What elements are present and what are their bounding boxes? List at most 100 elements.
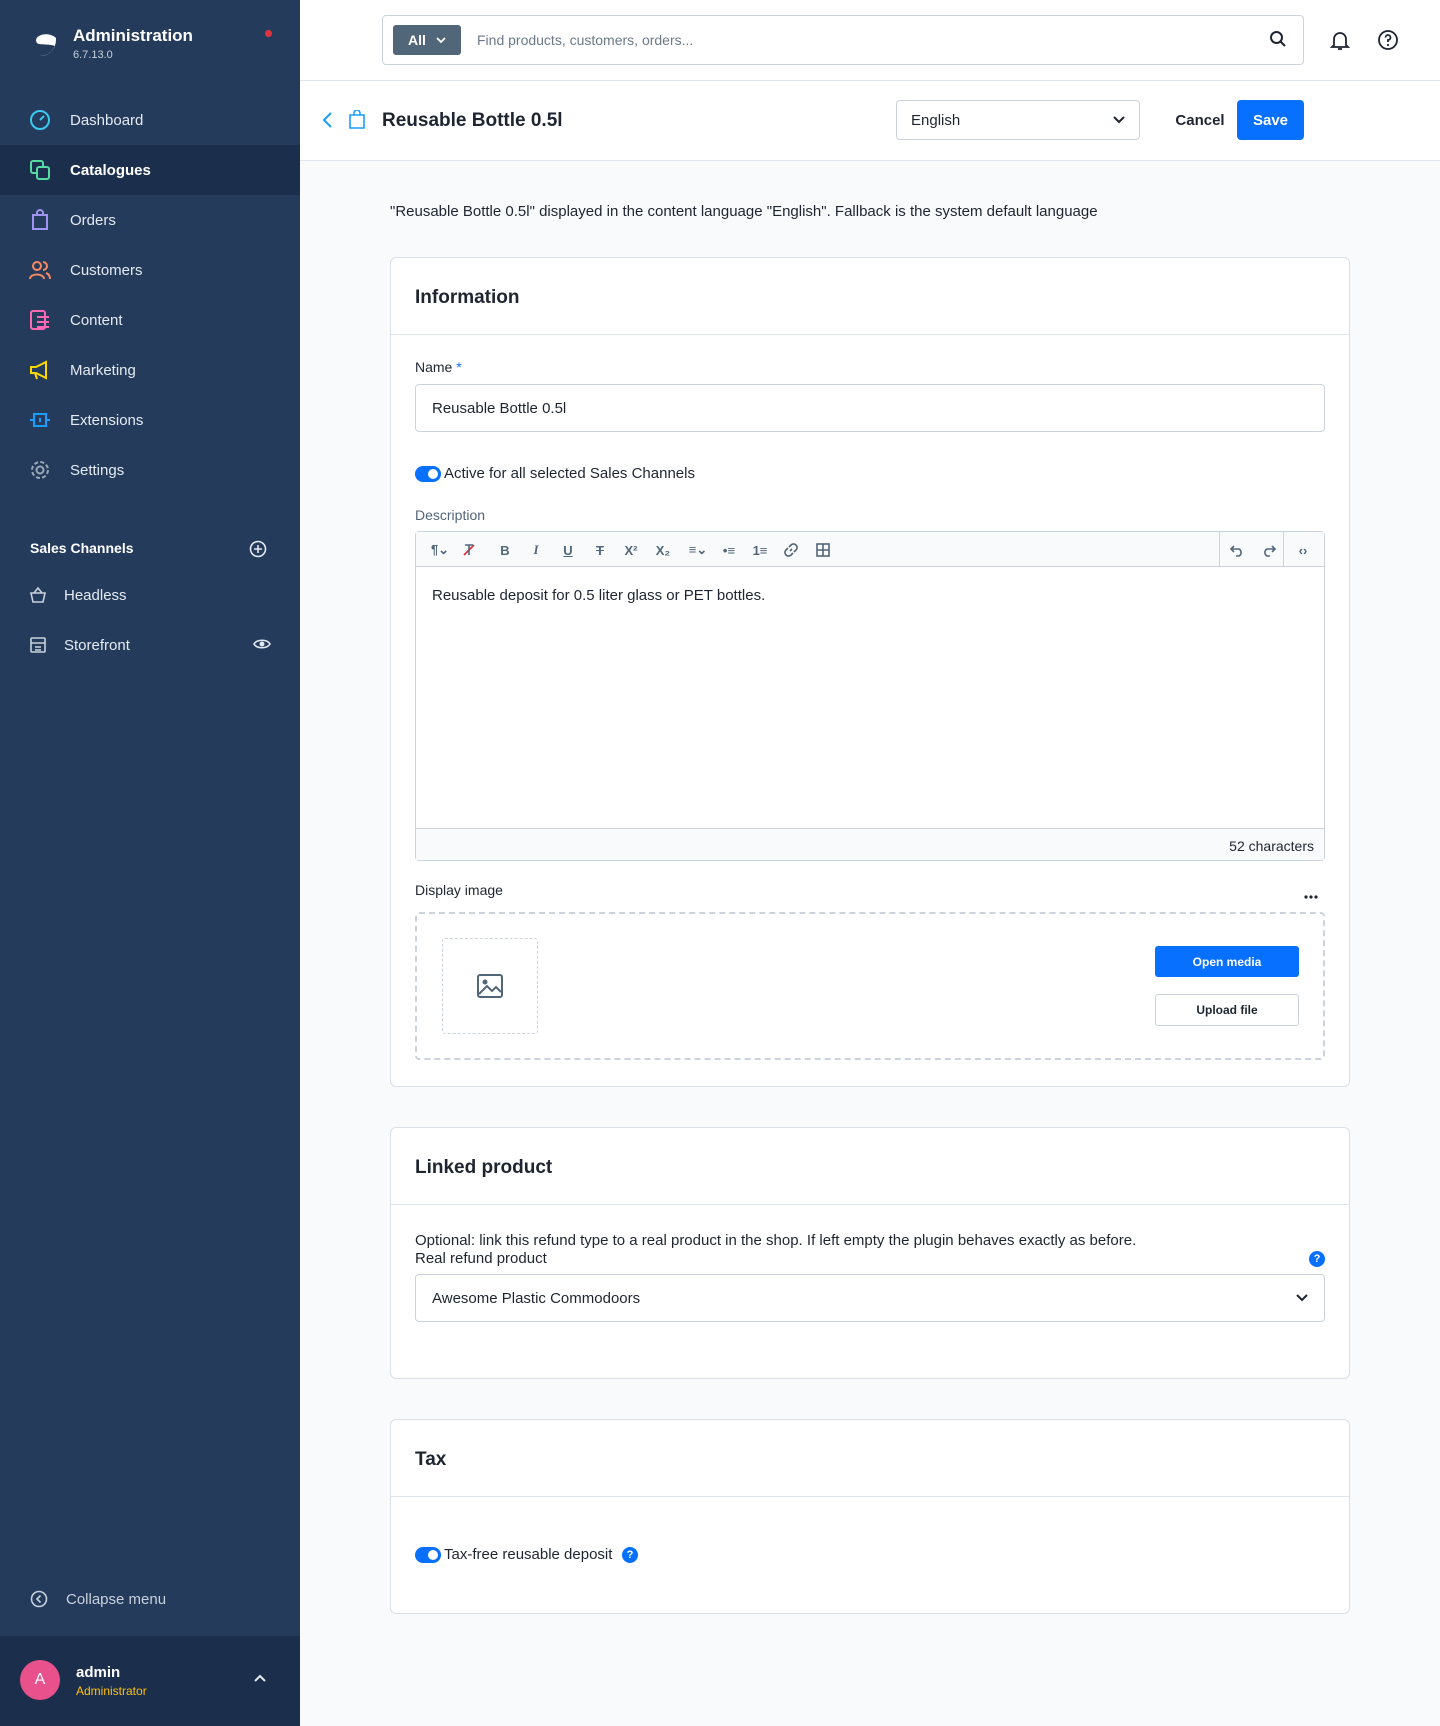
- refund-product-select[interactable]: Awesome Plastic Commodoors: [415, 1274, 1325, 1322]
- sales-channel-storefront[interactable]: Storefront: [28, 633, 130, 657]
- nav-item-extensions[interactable]: Extensions: [0, 395, 300, 445]
- ordered-list-icon[interactable]: 1≡: [751, 541, 769, 559]
- settings-icon: [28, 458, 52, 482]
- italic-icon[interactable]: I: [527, 541, 545, 559]
- chevron-down-icon: [436, 37, 446, 44]
- avatar: A: [20, 1660, 60, 1700]
- nav-item-content[interactable]: Content: [0, 295, 300, 345]
- description-label: Description: [415, 507, 486, 523]
- customers-icon: [28, 258, 52, 282]
- description-editor: ¶⌄ B I U T X² X₂ ≡⌄ •≡ 1≡ ‹› Reusable de…: [415, 531, 1325, 861]
- code-view-icon[interactable]: ‹›: [1294, 541, 1312, 559]
- subscript-icon[interactable]: X₂: [654, 541, 672, 559]
- table-icon[interactable]: [814, 541, 832, 559]
- search-input[interactable]: [477, 25, 1257, 55]
- language-value: English: [911, 111, 961, 129]
- nav-item-customers[interactable]: Customers: [0, 245, 300, 295]
- refund-product-value: Awesome Plastic Commodoors: [432, 1289, 641, 1307]
- user-role: Administrator: [76, 1684, 147, 1698]
- strikethrough-icon[interactable]: T: [591, 541, 609, 559]
- nav-label: Catalogues: [70, 161, 151, 179]
- dashboard-icon: [28, 108, 52, 132]
- align-icon[interactable]: ≡⌄: [684, 541, 712, 559]
- nav-item-marketing[interactable]: Marketing: [0, 345, 300, 395]
- page-header: Reusable Bottle 0.5l English Cancel Save: [300, 81, 1440, 161]
- sidebar: Administration 6.7.13.0 Dashboard Catalo…: [0, 0, 300, 1726]
- image-dropzone[interactable]: Open media Upload file: [415, 912, 1325, 1060]
- active-toggle[interactable]: [415, 466, 441, 482]
- cancel-button[interactable]: Cancel: [1155, 100, 1245, 140]
- notification-dot: [265, 30, 272, 37]
- description-text[interactable]: Reusable deposit for 0.5 liter glass or …: [416, 567, 1324, 624]
- top-bar: All: [300, 0, 1440, 81]
- sales-channel-label: Headless: [64, 586, 127, 604]
- link-icon[interactable]: [782, 541, 800, 559]
- card-title: Linked product: [391, 1128, 1349, 1205]
- paragraph-format-icon[interactable]: ¶⌄: [426, 541, 454, 559]
- undo-icon[interactable]: [1228, 541, 1246, 559]
- help-icon[interactable]: [1377, 29, 1399, 51]
- tax-free-label: Tax-free reusable deposit: [444, 1546, 613, 1563]
- chevron-up-icon[interactable]: [253, 1673, 267, 1683]
- upload-file-button[interactable]: Upload file: [1155, 994, 1299, 1026]
- remove-format-icon[interactable]: [460, 541, 478, 559]
- image-icon: [477, 974, 503, 998]
- tax-free-toggle[interactable]: [415, 1547, 441, 1563]
- open-media-button[interactable]: Open media: [1155, 946, 1299, 977]
- superscript-icon[interactable]: X²: [622, 541, 640, 559]
- content-icon: [28, 308, 52, 332]
- redo-icon[interactable]: [1260, 541, 1278, 559]
- language-select[interactable]: English: [896, 100, 1140, 140]
- bell-icon[interactable]: [1329, 29, 1351, 51]
- user-menu[interactable]: A admin Administrator: [0, 1636, 300, 1726]
- collapse-label: Collapse menu: [66, 1590, 167, 1608]
- card-title: Information: [391, 258, 1349, 335]
- user-name: admin: [76, 1664, 121, 1681]
- eye-icon[interactable]: [253, 637, 271, 651]
- main-nav: Dashboard Catalogues Orders Customers Co…: [0, 95, 300, 495]
- search-icon[interactable]: [1269, 30, 1287, 48]
- nav-label: Dashboard: [70, 111, 144, 129]
- sales-channels-heading: Sales Channels: [30, 540, 134, 556]
- nav-label: Content: [70, 311, 123, 329]
- nav-item-settings[interactable]: Settings: [0, 445, 300, 495]
- editor-toolbar: ¶⌄ B I U T X² X₂ ≡⌄ •≡ 1≡ ‹›: [416, 532, 1324, 567]
- nav-item-orders[interactable]: Orders: [0, 195, 300, 245]
- name-value: Reusable Bottle 0.5l: [432, 399, 567, 417]
- catalogues-icon: [28, 158, 52, 182]
- display-image-label: Display image: [415, 882, 503, 898]
- bold-icon[interactable]: B: [496, 541, 514, 559]
- linked-product-card: Linked product Optional: link this refun…: [390, 1127, 1350, 1379]
- nav-item-catalogues[interactable]: Catalogues: [0, 145, 300, 195]
- underline-icon[interactable]: U: [559, 541, 577, 559]
- information-card: Information Name * Reusable Bottle 0.5l …: [390, 257, 1350, 1087]
- sales-channel-label: Storefront: [64, 636, 130, 654]
- active-label: Active for all selected Sales Channels: [444, 465, 695, 482]
- help-tooltip-icon[interactable]: ?: [1309, 1251, 1325, 1267]
- nav-item-dashboard[interactable]: Dashboard: [0, 95, 300, 145]
- storefront-icon: [28, 635, 48, 655]
- more-options-icon[interactable]: [1303, 894, 1319, 900]
- nav-label: Extensions: [70, 411, 144, 429]
- collapse-menu-button[interactable]: Collapse menu: [30, 1590, 166, 1608]
- search-type-label: All: [408, 32, 426, 48]
- back-arrow-icon[interactable]: [321, 110, 335, 130]
- nav-label: Orders: [70, 211, 116, 229]
- brand-logo[interactable]: [22, 22, 58, 58]
- unordered-list-icon[interactable]: •≡: [720, 541, 738, 559]
- character-count: 52 characters: [416, 828, 1324, 860]
- linked-product-hint: Optional: link this refund type to a rea…: [415, 1232, 1137, 1249]
- name-field[interactable]: Reusable Bottle 0.5l: [415, 384, 1325, 432]
- name-label-text: Name: [415, 359, 453, 375]
- add-sales-channel-icon[interactable]: [249, 540, 267, 558]
- sales-channel-headless[interactable]: Headless: [28, 583, 127, 607]
- help-tooltip-icon[interactable]: ?: [622, 1547, 638, 1563]
- nav-label: Marketing: [70, 361, 136, 379]
- global-search: All: [382, 15, 1304, 65]
- save-button[interactable]: Save: [1237, 100, 1304, 140]
- required-marker: *: [456, 359, 462, 375]
- marketing-icon: [28, 358, 52, 382]
- search-type-select[interactable]: All: [393, 25, 461, 55]
- collapse-icon: [30, 1590, 48, 1608]
- chevron-down-icon: [1113, 116, 1125, 124]
